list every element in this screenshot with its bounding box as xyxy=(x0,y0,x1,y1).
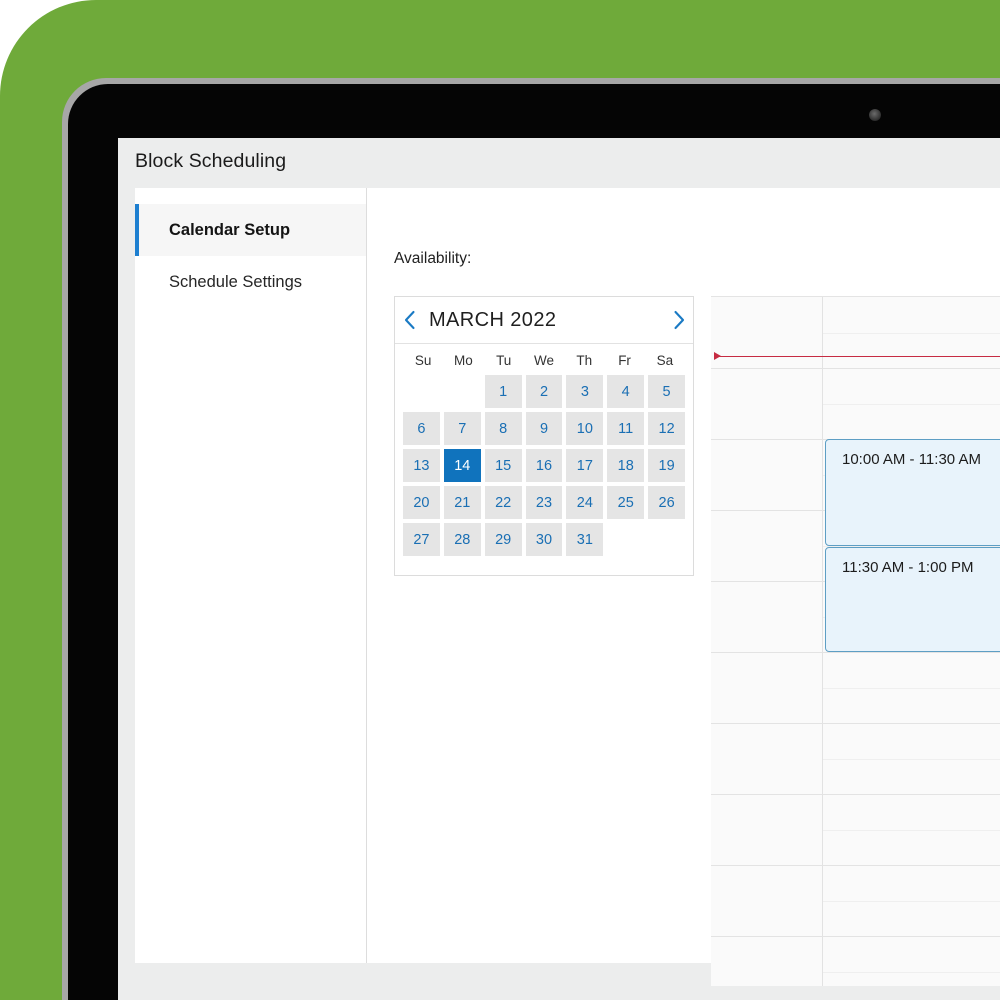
calendar-day-21[interactable]: 21 xyxy=(443,486,481,519)
weekday-label-mo: Mo xyxy=(454,353,473,368)
weekday-header-row: Su Mo Tu We Th Fr Sa xyxy=(395,344,693,370)
calendar-day-29[interactable]: 29 xyxy=(484,523,522,556)
hour-gridline xyxy=(711,794,1000,795)
calendar-day-empty xyxy=(403,375,440,408)
weekday-label-tu: Tu xyxy=(496,353,512,368)
calendar-day-6[interactable]: 6 xyxy=(403,412,440,445)
calendar-day-19[interactable]: 19 xyxy=(648,449,685,482)
calendar-day-25[interactable]: 25 xyxy=(607,486,645,519)
calendar-event-label: 11:30 AM - 1:00 PM xyxy=(842,558,974,576)
hour-gridline xyxy=(711,368,1000,369)
calendar-day-27[interactable]: 27 xyxy=(403,523,440,556)
hour-gridline xyxy=(711,723,1000,724)
front-camera-icon xyxy=(869,109,881,121)
time-grid[interactable]: 8:00 AM9:00 AM10:00 AM11:00 AM12:00 PM1:… xyxy=(711,296,1000,986)
calendar-day-22[interactable]: 22 xyxy=(484,486,522,519)
calendar-day-16[interactable]: 16 xyxy=(525,449,563,482)
half-hour-gridline xyxy=(823,332,1000,334)
calendar-day-4[interactable]: 4 xyxy=(607,375,645,408)
calendar-event-block[interactable]: 10:00 AM - 11:30 AM xyxy=(825,439,1000,546)
chevron-left-icon[interactable] xyxy=(395,297,423,344)
calendar-event-block[interactable]: 11:30 AM - 1:00 PM xyxy=(825,546,1000,652)
calendar-day-17[interactable]: 17 xyxy=(566,449,604,482)
weekday-label-fr: Fr xyxy=(618,353,631,368)
sidebar-item-label: Schedule Settings xyxy=(169,272,303,291)
hour-gridline xyxy=(711,652,1000,653)
calendar-day-31[interactable]: 31 xyxy=(566,523,604,556)
calendar-day-26[interactable]: 26 xyxy=(648,486,685,519)
current-time-line xyxy=(717,355,1000,358)
date-picker: MARCH 2022 Su Mo Tu We Th Fr Sa 1 2 3 4 5 6 7 8 9 10 11 1… xyxy=(394,296,694,576)
calendar-day-1[interactable]: 1 xyxy=(484,375,522,408)
calendar-day-30[interactable]: 30 xyxy=(525,523,563,556)
main-content: Availability: MARCH 2022 Su Mo Tu We Th … xyxy=(368,188,1000,986)
chevron-right-icon[interactable] xyxy=(665,297,693,344)
half-hour-gridline xyxy=(823,829,1000,831)
calendar-day-9[interactable]: 9 xyxy=(525,412,563,445)
calendar-day-12[interactable]: 12 xyxy=(648,412,685,445)
sidebar-item-label: Calendar Setup xyxy=(169,220,291,239)
hour-gridline xyxy=(711,865,1000,866)
half-hour-gridline xyxy=(823,900,1000,902)
scene: Block Scheduling Calendar Setup Schedule… xyxy=(0,0,1000,1000)
sidebar-item-calendar-setup[interactable]: Calendar Setup xyxy=(135,204,366,256)
page-title: Block Scheduling xyxy=(135,150,287,172)
hour-gridline xyxy=(711,936,1000,937)
calendar-day-28[interactable]: 28 xyxy=(443,523,481,556)
date-picker-header: MARCH 2022 xyxy=(395,297,693,344)
calendar-day-8[interactable]: 8 xyxy=(484,412,522,445)
weekday-label-su: Su xyxy=(414,353,432,368)
weekday-label-we: We xyxy=(533,353,554,368)
current-time-marker-icon xyxy=(714,352,721,361)
calendar-month-label: MARCH 2022 xyxy=(429,308,557,331)
calendar-day-7[interactable]: 7 xyxy=(443,412,481,445)
weekday-label-th: Th xyxy=(576,353,593,368)
calendar-day-23[interactable]: 23 xyxy=(525,486,563,519)
sidebar-item-schedule-settings[interactable]: Schedule Settings xyxy=(135,256,366,308)
half-hour-gridline xyxy=(823,403,1000,405)
calendar-day-10[interactable]: 10 xyxy=(566,412,604,445)
content-panel: Calendar Setup Schedule Settings Availab… xyxy=(135,188,1000,986)
calendar-day-20[interactable]: 20 xyxy=(403,486,440,519)
tablet-screen: Block Scheduling Calendar Setup Schedule… xyxy=(118,138,1000,1000)
calendar-day-3[interactable]: 3 xyxy=(566,375,604,408)
time-axis-column xyxy=(711,297,823,986)
calendar-day-grid: 1 2 3 4 5 6 7 8 9 10 11 12 13 14 15 16 17 18 19 20 21 22 23 24 2… xyxy=(395,370,693,564)
calendar-day-2[interactable]: 2 xyxy=(525,375,563,408)
half-hour-gridline xyxy=(823,687,1000,689)
half-hour-gridline xyxy=(823,971,1000,973)
sidebar: Calendar Setup Schedule Settings xyxy=(135,188,367,963)
app-header: Block Scheduling xyxy=(118,138,1000,188)
calendar-day-18[interactable]: 18 xyxy=(607,449,645,482)
weekday-label-sa: Sa xyxy=(656,353,674,368)
calendar-day-24[interactable]: 24 xyxy=(566,486,604,519)
calendar-day-empty xyxy=(444,375,481,408)
calendar-event-label: 10:00 AM - 11:30 AM xyxy=(842,451,981,468)
calendar-day-15[interactable]: 15 xyxy=(484,449,522,482)
calendar-day-13[interactable]: 13 xyxy=(403,449,440,482)
calendar-day-5[interactable]: 5 xyxy=(648,375,685,408)
half-hour-gridline xyxy=(823,758,1000,760)
availability-label: Availability: xyxy=(394,250,472,267)
calendar-day-14[interactable]: 14 xyxy=(443,449,481,482)
calendar-day-11[interactable]: 11 xyxy=(607,412,645,445)
